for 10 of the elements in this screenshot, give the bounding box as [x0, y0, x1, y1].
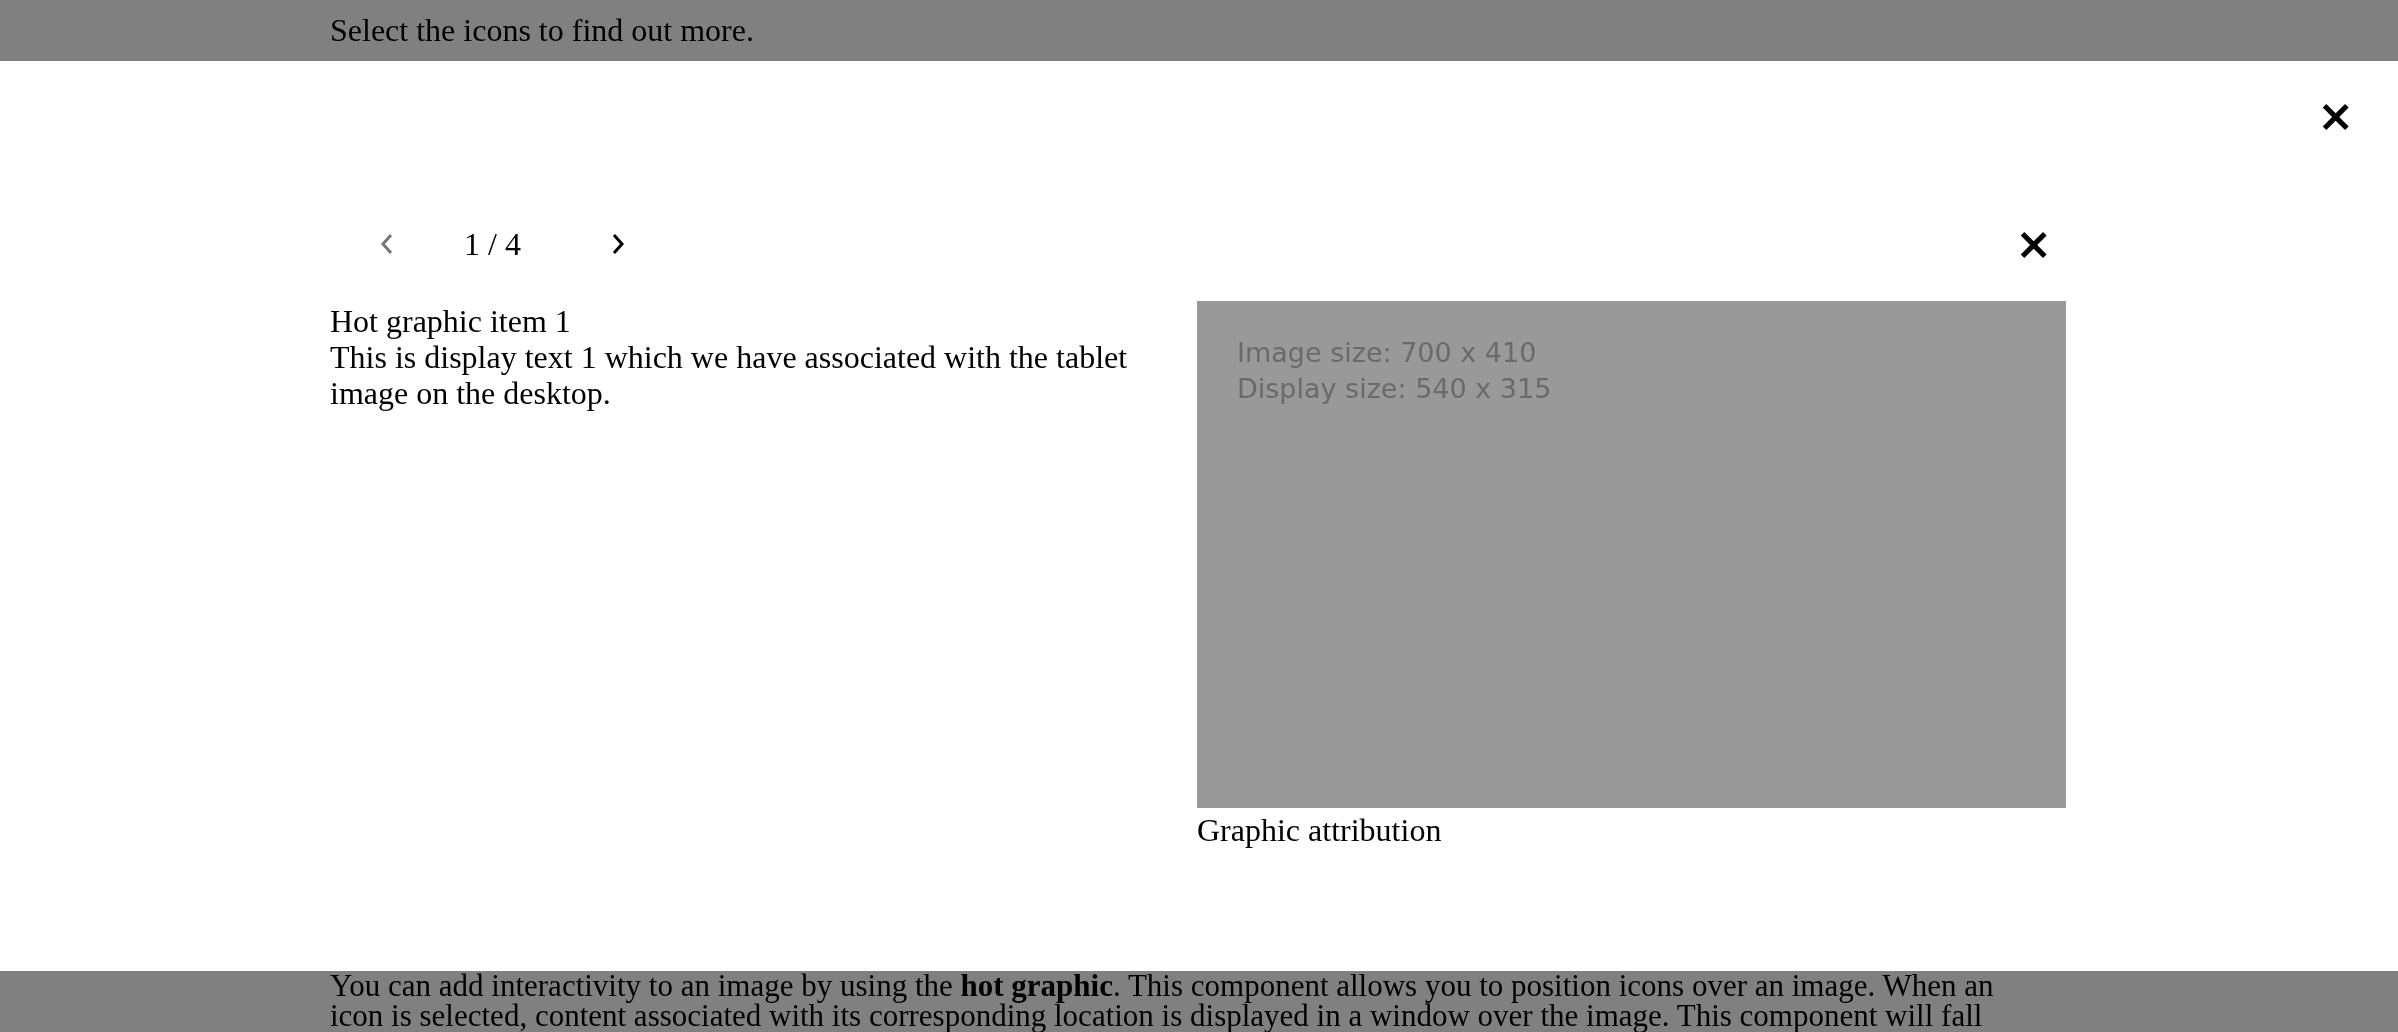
item-title: Hot graphic item 1 — [330, 303, 572, 339]
item-text: This is display text 1 which we have associated with the tablet image on the desktop. — [330, 339, 1129, 411]
chevron-right-icon — [610, 232, 625, 256]
page-indicator: 1 / 4 — [464, 225, 521, 263]
close-button[interactable]: × — [2011, 222, 2056, 266]
graphic-attribution: Graphic attribution — [1197, 812, 1443, 849]
instruction-text: Select the icons to find out more. — [330, 12, 754, 49]
intro-paragraph: You can add interactivity to an image by using the hot graphic. This component allows you to position icons over an image. When an icon is selected, content associated with its corresponding location is displayed in a window over the image. This component will fall — [330, 971, 1995, 1031]
close-button[interactable]: × — [2313, 91, 2358, 141]
chevron-left-icon — [380, 232, 394, 256]
